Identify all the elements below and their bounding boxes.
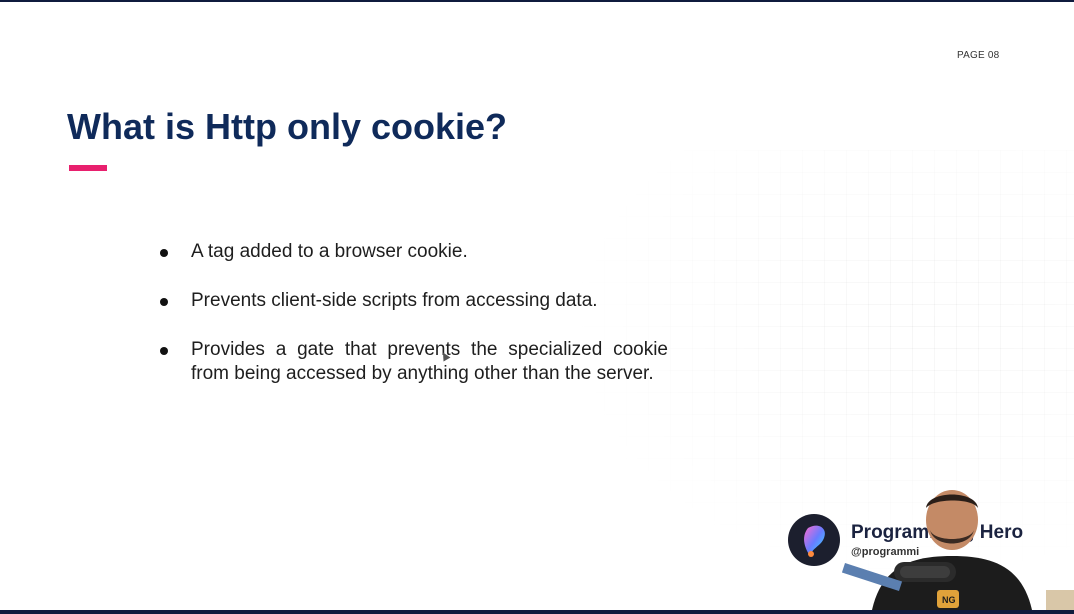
title-accent-bar: [69, 165, 107, 171]
webcam-overlay: NG: [842, 486, 1074, 610]
brand-logo-icon: [788, 514, 840, 566]
bullet-text: A tag added to a browser cookie.: [191, 241, 468, 262]
bullet-item: Prevents client-side scripts from access…: [160, 289, 668, 313]
bullet-item: Provides a gate that prevents the specia…: [160, 338, 668, 386]
bullet-text: Prevents client-side scripts from access…: [191, 290, 598, 311]
bullet-dot-icon: [160, 298, 168, 306]
bullet-item: A tag added to a browser cookie.: [160, 240, 668, 264]
slide-title: What is Http only cookie?: [67, 106, 508, 147]
bullet-list: A tag added to a browser cookie. Prevent…: [160, 240, 668, 411]
top-border: [0, 0, 1074, 2]
bullet-dot-icon: [160, 249, 168, 257]
svg-text:NG: NG: [942, 595, 956, 605]
bullet-text: Provides a gate that prevents the specia…: [191, 339, 668, 384]
page-number: PAGE 08: [957, 50, 1000, 61]
bottom-border: [0, 610, 1074, 614]
bullet-dot-icon: [160, 347, 168, 355]
